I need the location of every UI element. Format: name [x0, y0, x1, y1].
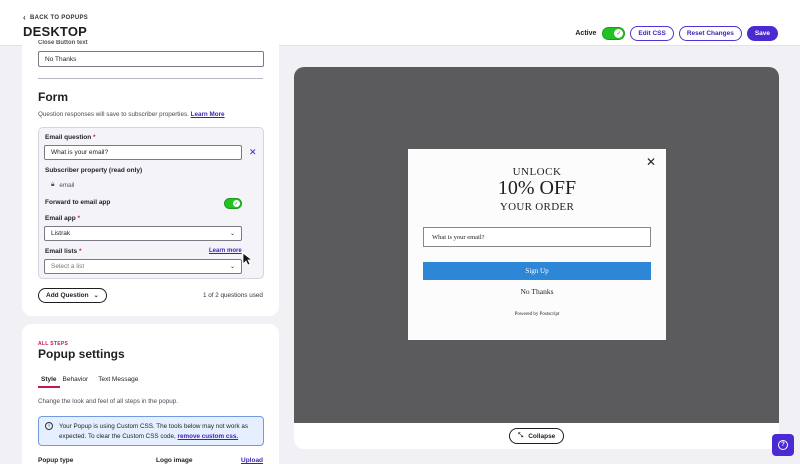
- popup-preview: ✕ UNLOCK 10% OFF YOUR ORDER What is your…: [408, 149, 666, 340]
- info-line-2: expected. To clear the Custom CSS code, …: [59, 433, 239, 440]
- chevron-left-icon: ‹: [23, 13, 26, 22]
- settings-description: Change the look and feel of all steps in…: [38, 398, 179, 405]
- popup-no-thanks-link[interactable]: No Thanks: [408, 287, 666, 296]
- save-button[interactable]: Save: [746, 26, 778, 41]
- reset-changes-button[interactable]: Reset Changes: [678, 26, 742, 41]
- email-app-label: Email app *: [45, 215, 81, 222]
- active-toggle[interactable]: ✓: [602, 27, 626, 40]
- popup-headline-3: YOUR ORDER: [499, 201, 575, 213]
- popup-settings-card: ALL STEPS Popup settings Style Behavior …: [22, 324, 279, 464]
- remove-question-icon[interactable]: ✕: [249, 147, 257, 158]
- forward-toggle[interactable]: ✓: [224, 198, 242, 209]
- learn-more-link[interactable]: Learn More: [191, 111, 225, 118]
- forward-label: Forward to email app: [45, 199, 111, 206]
- popup-powered-by: Powered by Postscript: [514, 312, 560, 317]
- tab-behavior[interactable]: Behavior: [60, 376, 92, 388]
- subscriber-property-value: 🔒︎ email: [51, 179, 75, 191]
- email-lists-learn-more-link[interactable]: Learn more: [209, 248, 242, 254]
- email-question-label: Email question *: [45, 134, 96, 141]
- check-icon: ✓: [233, 200, 240, 207]
- remove-custom-css-link[interactable]: remove custom css.: [178, 433, 239, 440]
- popup-email-input[interactable]: What is your email?: [423, 227, 651, 247]
- back-link-label: BACK TO POPUPS: [29, 15, 89, 21]
- popup-settings-title: Popup settings: [38, 347, 125, 361]
- info-line-1: Your Popup is using Custom CSS. The tool…: [59, 423, 249, 430]
- form-title: Form: [38, 90, 68, 104]
- custom-css-info-box: i Your Popup is using Custom CSS. The to…: [38, 416, 264, 446]
- help-button[interactable]: ?: [772, 434, 794, 456]
- add-question-button[interactable]: Add Question ⌄: [38, 288, 107, 303]
- subscriber-property-label: Subscriber property (read only): [45, 167, 143, 174]
- info-icon: i: [45, 422, 53, 430]
- email-app-select[interactable]: Listrak ⌄: [44, 226, 242, 241]
- questions-count: 1 of 2 questions used: [203, 292, 263, 299]
- mouse-cursor-icon: [242, 252, 252, 266]
- divider: [38, 78, 263, 79]
- form-subtitle: Question responses will save to subscrib…: [38, 111, 225, 118]
- email-lists-label: Email lists *: [45, 248, 82, 255]
- logo-image-label: Logo image: [156, 457, 193, 464]
- email-question-input[interactable]: What is your email?: [44, 145, 242, 160]
- chevron-down-icon: ⌄: [93, 293, 99, 299]
- close-button-label: Close Button text: [38, 40, 88, 44]
- popup-type-label: Popup type: [38, 457, 74, 464]
- settings-tabs: Style Behavior Text Message: [38, 376, 141, 388]
- question-icon: ?: [778, 440, 788, 450]
- header-actions: Active ✓ Edit CSS Reset Changes Save: [575, 26, 778, 41]
- email-lists-select[interactable]: Select a list ⌄: [44, 259, 242, 274]
- collapse-button[interactable]: ⤡ Collapse: [509, 428, 565, 444]
- question-box: Email question * What is your email? ✕ S…: [38, 127, 264, 279]
- lock-icon: 🔒︎: [51, 181, 55, 188]
- upload-link[interactable]: Upload: [241, 457, 263, 464]
- chevron-down-icon: ⌄: [229, 264, 235, 270]
- close-button-text-input[interactable]: No Thanks: [38, 51, 264, 67]
- popup-headline-2: 10% OFF: [497, 177, 577, 199]
- chevron-down-icon: ⌄: [229, 231, 235, 237]
- popup-signup-button[interactable]: Sign Up: [423, 262, 651, 280]
- tab-text-message[interactable]: Text Message: [95, 376, 141, 388]
- tab-style[interactable]: Style: [38, 376, 60, 388]
- active-label: Active: [575, 30, 597, 37]
- back-to-popups-link[interactable]: ‹ BACK TO POPUPS: [23, 13, 89, 22]
- check-icon: ✓: [614, 29, 624, 38]
- form-settings-card: Close Button text No Thanks Form Questio…: [22, 36, 279, 316]
- collapse-arrows-icon: ⤡: [518, 432, 524, 439]
- edit-css-button[interactable]: Edit CSS: [630, 26, 674, 41]
